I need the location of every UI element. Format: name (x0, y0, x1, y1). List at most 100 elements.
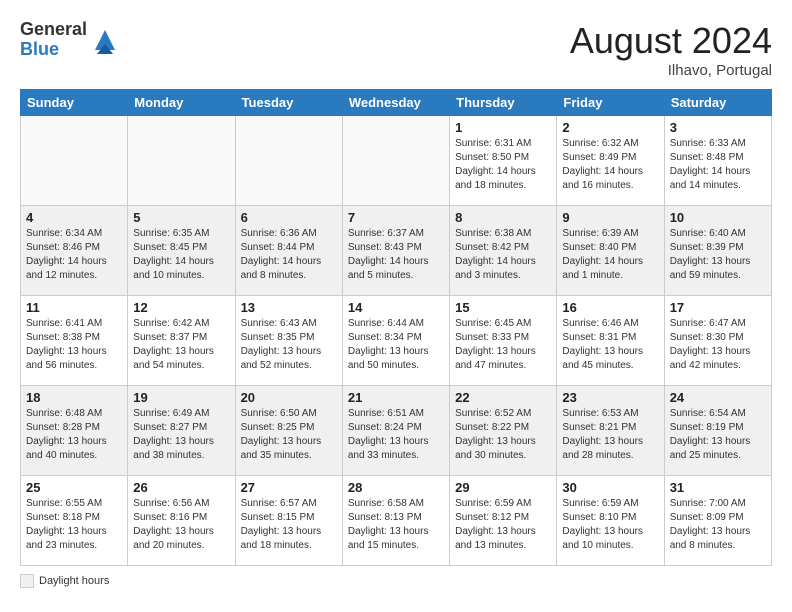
calendar-cell: 18 Sunrise: 6:48 AM Sunset: 8:28 PM Dayli… (21, 386, 128, 476)
day-info: Sunrise: 6:51 AM Sunset: 8:24 PM Dayligh… (348, 407, 444, 463)
day-info: Sunrise: 7:00 AM Sunset: 8:09 PM Dayligh… (670, 497, 766, 553)
logo: General Blue (20, 20, 119, 60)
day-info: Sunrise: 6:32 AM Sunset: 8:49 PM Dayligh… (562, 137, 658, 193)
day-number: 21 (348, 390, 444, 405)
day-number: 30 (562, 480, 658, 495)
logo-text: General Blue (20, 20, 87, 60)
day-info: Sunrise: 6:53 AM Sunset: 8:21 PM Dayligh… (562, 407, 658, 463)
day-info: Sunrise: 6:45 AM Sunset: 8:33 PM Dayligh… (455, 317, 551, 373)
day-number: 27 (241, 480, 337, 495)
calendar-cell: 8Sunrise: 6:38 AM Sunset: 8:42 PM Daylig… (450, 206, 557, 296)
calendar-cell (128, 116, 235, 206)
logo-general: General (20, 20, 87, 40)
day-number: 5 (133, 210, 229, 225)
day-number: 16 (562, 300, 658, 315)
day-number: 10 (670, 210, 766, 225)
calendar-cell: 1 Sunrise: 6:31 AM Sunset: 8:50 PM Daylig… (450, 116, 557, 206)
day-info: Sunrise: 6:31 AM Sunset: 8:50 PM Dayligh… (455, 137, 551, 193)
day-header-saturday: Saturday (664, 90, 771, 116)
day-info: Sunrise: 6:59 AM Sunset: 8:10 PM Dayligh… (562, 497, 658, 553)
day-info: Sunrise: 6:55 AM Sunset: 8:18 PM Dayligh… (26, 497, 122, 553)
day-info: Sunrise: 6:59 AM Sunset: 8:12 PM Dayligh… (455, 497, 551, 553)
day-header-monday: Monday (128, 90, 235, 116)
calendar-cell: 23Sunrise: 6:53 AM Sunset: 8:21 PM Dayli… (557, 386, 664, 476)
calendar-cell: 26Sunrise: 6:56 AM Sunset: 8:16 PM Dayli… (128, 476, 235, 566)
calendar-week-1: 1 Sunrise: 6:31 AM Sunset: 8:50 PM Daylig… (21, 116, 772, 206)
day-number: 24 (670, 390, 766, 405)
calendar-week-5: 25 Sunrise: 6:55 AM Sunset: 8:18 PM Dayli… (21, 476, 772, 566)
day-number: 12 (133, 300, 229, 315)
calendar-cell: 21 Sunrise: 6:51 AM Sunset: 8:24 PM Dayli… (342, 386, 449, 476)
day-number: 31 (670, 480, 766, 495)
calendar-week-2: 4 Sunrise: 6:34 AM Sunset: 8:46 PM Daylig… (21, 206, 772, 296)
days-header-row: SundayMondayTuesdayWednesdayThursdayFrid… (21, 90, 772, 116)
title-block: August 2024 Ilhavo, Portugal (570, 20, 772, 79)
day-number: 20 (241, 390, 337, 405)
day-header-sunday: Sunday (21, 90, 128, 116)
day-number: 1 (455, 120, 551, 135)
logo-blue: Blue (20, 40, 87, 60)
day-number: 18 (26, 390, 122, 405)
calendar-cell: 19 Sunrise: 6:49 AM Sunset: 8:27 PM Dayli… (128, 386, 235, 476)
calendar-cell: 14Sunrise: 6:44 AM Sunset: 8:34 PM Dayli… (342, 296, 449, 386)
day-number: 13 (241, 300, 337, 315)
day-header-wednesday: Wednesday (342, 90, 449, 116)
day-header-friday: Friday (557, 90, 664, 116)
day-number: 7 (348, 210, 444, 225)
calendar-cell: 2 Sunrise: 6:32 AM Sunset: 8:49 PM Daylig… (557, 116, 664, 206)
day-info: Sunrise: 6:33 AM Sunset: 8:48 PM Dayligh… (670, 137, 766, 193)
day-info: Sunrise: 6:43 AM Sunset: 8:35 PM Dayligh… (241, 317, 337, 373)
day-info: Sunrise: 6:54 AM Sunset: 8:19 PM Dayligh… (670, 407, 766, 463)
day-number: 17 (670, 300, 766, 315)
day-number: 4 (26, 210, 122, 225)
day-info: Sunrise: 6:41 AM Sunset: 8:38 PM Dayligh… (26, 317, 122, 373)
day-info: Sunrise: 6:52 AM Sunset: 8:22 PM Dayligh… (455, 407, 551, 463)
calendar-body: 1 Sunrise: 6:31 AM Sunset: 8:50 PM Daylig… (21, 116, 772, 566)
day-number: 11 (26, 300, 122, 315)
day-info: Sunrise: 6:57 AM Sunset: 8:15 PM Dayligh… (241, 497, 337, 553)
day-info: Sunrise: 6:35 AM Sunset: 8:45 PM Dayligh… (133, 227, 229, 283)
day-number: 28 (348, 480, 444, 495)
page-header: General Blue August 2024 Ilhavo, Portuga… (20, 20, 772, 79)
day-info: Sunrise: 6:39 AM Sunset: 8:40 PM Dayligh… (562, 227, 658, 283)
day-info: Sunrise: 6:48 AM Sunset: 8:28 PM Dayligh… (26, 407, 122, 463)
day-number: 3 (670, 120, 766, 135)
day-number: 22 (455, 390, 551, 405)
day-header-thursday: Thursday (450, 90, 557, 116)
day-number: 8 (455, 210, 551, 225)
day-number: 15 (455, 300, 551, 315)
calendar-cell: 3 Sunrise: 6:33 AM Sunset: 8:48 PM Daylig… (664, 116, 771, 206)
legend-label: Daylight hours (39, 575, 109, 587)
calendar-cell: 17Sunrise: 6:47 AM Sunset: 8:30 PM Dayli… (664, 296, 771, 386)
calendar-cell: 15 Sunrise: 6:45 AM Sunset: 8:33 PM Dayli… (450, 296, 557, 386)
legend-box (20, 574, 34, 588)
day-info: Sunrise: 6:46 AM Sunset: 8:31 PM Dayligh… (562, 317, 658, 373)
day-info: Sunrise: 6:49 AM Sunset: 8:27 PM Dayligh… (133, 407, 229, 463)
day-number: 14 (348, 300, 444, 315)
day-number: 25 (26, 480, 122, 495)
calendar-cell: 4 Sunrise: 6:34 AM Sunset: 8:46 PM Daylig… (21, 206, 128, 296)
calendar-cell: 22 Sunrise: 6:52 AM Sunset: 8:22 PM Dayli… (450, 386, 557, 476)
calendar-cell: 9Sunrise: 6:39 AM Sunset: 8:40 PM Daylig… (557, 206, 664, 296)
day-number: 2 (562, 120, 658, 135)
calendar-cell: 31 Sunrise: 7:00 AM Sunset: 8:09 PM Dayli… (664, 476, 771, 566)
calendar-cell: 16 Sunrise: 6:46 AM Sunset: 8:31 PM Dayli… (557, 296, 664, 386)
day-header-tuesday: Tuesday (235, 90, 342, 116)
calendar-cell (235, 116, 342, 206)
calendar-cell: 24 Sunrise: 6:54 AM Sunset: 8:19 PM Dayli… (664, 386, 771, 476)
calendar-cell: 11 Sunrise: 6:41 AM Sunset: 8:38 PM Dayli… (21, 296, 128, 386)
calendar-cell: 12 Sunrise: 6:42 AM Sunset: 8:37 PM Dayli… (128, 296, 235, 386)
calendar-cell (21, 116, 128, 206)
day-number: 6 (241, 210, 337, 225)
day-number: 19 (133, 390, 229, 405)
legend: Daylight hours (20, 574, 772, 588)
day-info: Sunrise: 6:56 AM Sunset: 8:16 PM Dayligh… (133, 497, 229, 553)
day-info: Sunrise: 6:42 AM Sunset: 8:37 PM Dayligh… (133, 317, 229, 373)
calendar-cell: 6Sunrise: 6:36 AM Sunset: 8:44 PM Daylig… (235, 206, 342, 296)
calendar-cell: 10Sunrise: 6:40 AM Sunset: 8:39 PM Dayli… (664, 206, 771, 296)
calendar-cell: 29Sunrise: 6:59 AM Sunset: 8:12 PM Dayli… (450, 476, 557, 566)
calendar-table: SundayMondayTuesdayWednesdayThursdayFrid… (20, 89, 772, 566)
calendar-cell: 7Sunrise: 6:37 AM Sunset: 8:43 PM Daylig… (342, 206, 449, 296)
day-info: Sunrise: 6:34 AM Sunset: 8:46 PM Dayligh… (26, 227, 122, 283)
calendar-week-4: 18 Sunrise: 6:48 AM Sunset: 8:28 PM Dayli… (21, 386, 772, 476)
